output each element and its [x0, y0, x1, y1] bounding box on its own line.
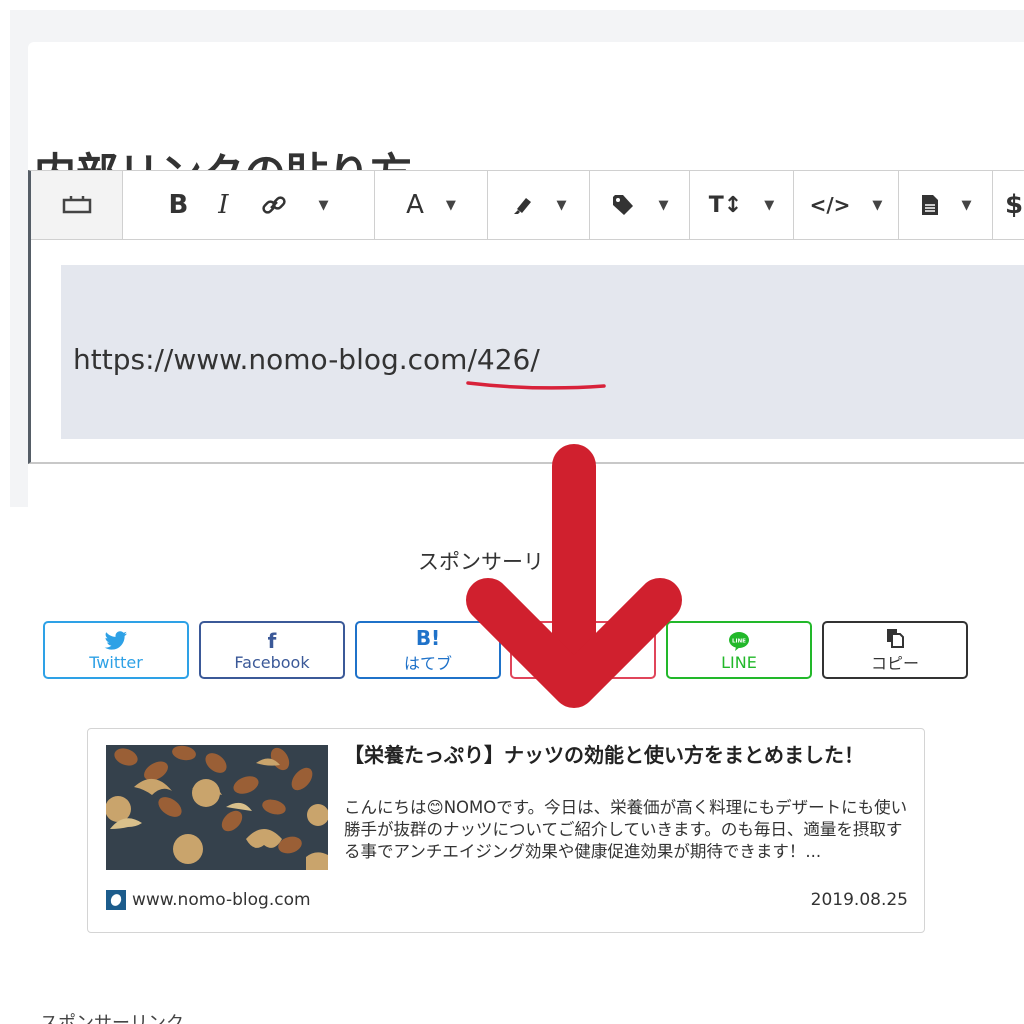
- chevron-down-icon: ▼: [872, 197, 883, 213]
- link-icon: [261, 196, 286, 214]
- dollar-button[interactable]: $: [993, 171, 1023, 239]
- code-button[interactable]: </> ▼: [794, 171, 899, 239]
- text-color-button[interactable]: A ▼: [375, 171, 488, 239]
- nuts-thumbnail-image: [106, 745, 328, 870]
- tag-icon: [612, 195, 633, 215]
- document-button[interactable]: ▼: [899, 171, 993, 239]
- chevron-down-icon: ▼: [961, 197, 972, 213]
- blog-card-link[interactable]: 【栄養たっぷり】ナッツの効能と使い方をまとめました！ こんにちは😊NOMOです。…: [87, 728, 925, 933]
- red-down-arrow-annotation: [466, 444, 682, 708]
- page-heading: 内部リンクの貼り方: [34, 146, 412, 172]
- share-label: LINE: [721, 652, 757, 672]
- share-label: Facebook: [234, 652, 310, 672]
- tag-button[interactable]: ▼: [590, 171, 690, 239]
- hatena-b-icon: B!: [415, 626, 441, 650]
- link-dropdown-caret[interactable]: ▼: [319, 198, 329, 213]
- italic-icon: I: [218, 190, 229, 220]
- red-underline-annotation: [466, 381, 606, 390]
- font-size-icon: T↕: [708, 192, 743, 218]
- facebook-f-icon: f: [267, 628, 277, 653]
- share-twitter-button[interactable]: Twitter: [43, 621, 189, 679]
- share-line-button[interactable]: LINE LINE: [666, 621, 812, 679]
- font-size-button[interactable]: T↕ ▼: [690, 171, 794, 239]
- dollar-icon: $: [1005, 190, 1024, 220]
- editor-toolbar: B I ▼ A ▼ ▼ ▼ T↕ ▼ </> ▼ ▼ $: [31, 171, 1024, 240]
- block-editor: B I ▼ A ▼ ▼ ▼ T↕ ▼ </> ▼ ▼ $ https://www…: [28, 170, 1024, 464]
- block-switcher[interactable]: [31, 171, 123, 239]
- copy-icon: [885, 626, 905, 650]
- blog-card-site: www.nomo-blog.com: [106, 890, 311, 910]
- block-icon: [62, 194, 92, 216]
- share-label: コピー: [870, 654, 919, 673]
- share-copy-button[interactable]: コピー: [822, 621, 968, 679]
- bottom-sponsor-heading: スポンサーリンク: [40, 1013, 184, 1024]
- link-button[interactable]: [259, 190, 289, 220]
- highlighter-icon: [513, 198, 531, 214]
- code-icon: </>: [809, 193, 851, 217]
- format-group: B I ▼: [123, 171, 375, 239]
- blog-card-title: 【栄養たっぷり】ナッツの効能と使い方をまとめました！: [344, 743, 864, 767]
- site-favicon-icon: [106, 890, 126, 910]
- blog-card-excerpt: こんにちは😊NOMOです。今日は、栄養価が高く料理にもデザートにも使い勝手が抜群…: [344, 798, 908, 861]
- html-code-block[interactable]: https://www.nomo-blog.com/426/: [61, 265, 1024, 439]
- share-label: はてブ: [403, 654, 452, 673]
- bold-icon: B: [168, 190, 189, 220]
- chevron-down-icon: ▼: [556, 197, 567, 213]
- share-facebook-button[interactable]: f Facebook: [199, 621, 345, 679]
- chevron-down-icon: ▼: [658, 197, 669, 213]
- chevron-down-icon: ▼: [445, 197, 456, 213]
- blog-card-domain: www.nomo-blog.com: [132, 890, 311, 910]
- twitter-bird-icon: [104, 629, 128, 653]
- line-icon: LINE: [728, 629, 750, 653]
- document-icon: [921, 195, 938, 215]
- internal-link-url: https://www.nomo-blog.com/426/: [73, 343, 540, 376]
- svg-text:LINE: LINE: [732, 638, 746, 644]
- bold-button[interactable]: B: [168, 190, 188, 220]
- highlight-button[interactable]: ▼: [488, 171, 590, 239]
- blog-card-date: 2019.08.25: [810, 890, 908, 910]
- italic-button[interactable]: I: [218, 190, 228, 220]
- text-color-icon: A: [406, 190, 424, 220]
- share-label: Twitter: [89, 652, 143, 672]
- chevron-down-icon: ▼: [764, 197, 775, 213]
